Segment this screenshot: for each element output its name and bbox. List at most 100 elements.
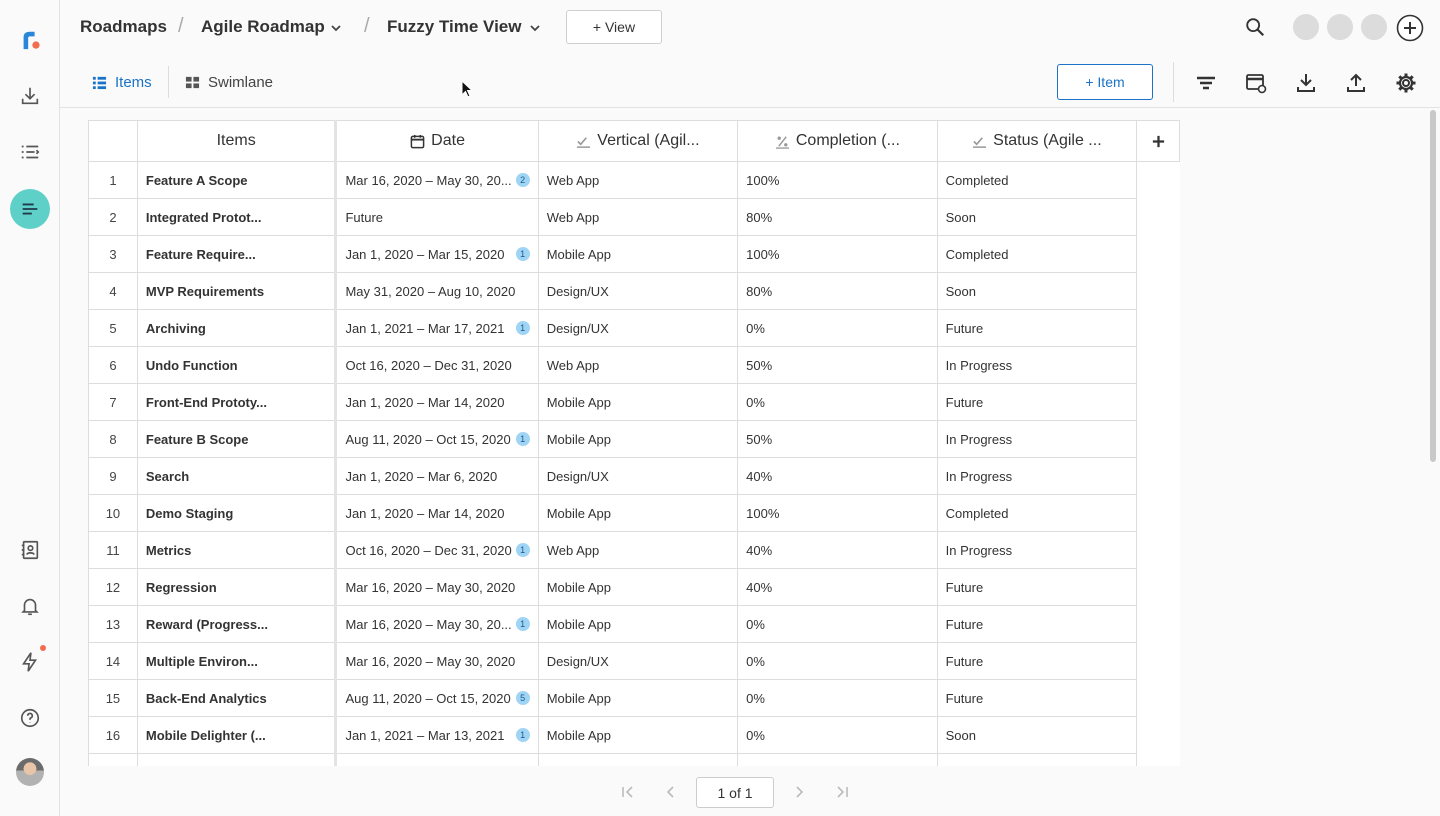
vertical-cell[interactable]: Design/UX — [537, 457, 739, 495]
contacts-icon[interactable] — [10, 530, 50, 570]
column-header-completion[interactable]: Completion (... — [737, 120, 938, 162]
item-name-cell[interactable]: Integrated Protot... — [136, 198, 337, 236]
item-name-cell[interactable]: Reward (Progress... — [136, 605, 337, 643]
item-name-cell[interactable]: Demo Staging — [136, 494, 337, 532]
add-collaborator-icon[interactable] — [1396, 14, 1424, 42]
table-row[interactable] — [88, 753, 1180, 766]
tab-swimlane[interactable]: Swimlane — [185, 74, 273, 91]
user-avatar[interactable] — [16, 758, 44, 786]
vertical-cell[interactable]: Mobile App — [537, 679, 739, 717]
table-row[interactable]: 7 Front-End Prototy... Jan 1, 2020 – Mar 1… — [88, 383, 1180, 421]
upload-icon[interactable] — [1345, 72, 1367, 94]
item-name-cell[interactable]: Back-End Analytics — [136, 679, 337, 717]
completion-cell[interactable]: 0% — [737, 383, 938, 421]
item-name-cell[interactable]: Undo Function — [136, 346, 337, 384]
completion-cell[interactable]: 0% — [737, 309, 938, 347]
table-row[interactable]: 10 Demo Staging Jan 1, 2020 – Mar 14, 2020… — [88, 494, 1180, 532]
chevron-down-icon[interactable] — [330, 22, 342, 34]
item-name-cell[interactable]: MVP Requirements — [136, 272, 337, 310]
vertical-cell[interactable]: Web App — [537, 161, 739, 199]
breadcrumb-roadmaps[interactable]: Roadmaps — [80, 17, 167, 37]
gear-icon[interactable] — [1395, 72, 1417, 94]
date-cell[interactable]: Mar 16, 2020 – May 30, 2020 — [334, 642, 539, 680]
date-cell[interactable]: Aug 11, 2020 – Oct 15, 2020 5 — [334, 679, 539, 717]
page-indicator[interactable]: 1 of 1 — [696, 777, 774, 808]
table-row[interactable]: 15 Back-End Analytics Aug 11, 2020 – Oct 1… — [88, 679, 1180, 717]
status-cell[interactable]: In Progress — [936, 457, 1138, 495]
column-header-vertical[interactable]: Vertical (Agil... — [537, 120, 739, 162]
view-settings-icon[interactable] — [1245, 72, 1267, 94]
table-row[interactable]: 6 Undo Function Oct 16, 2020 – Dec 31, 202… — [88, 346, 1180, 384]
date-cell[interactable]: Mar 16, 2020 – May 30, 20... 2 — [334, 161, 539, 199]
item-name-cell[interactable]: Feature Require... — [136, 235, 337, 273]
completion-cell[interactable]: 50% — [737, 346, 938, 384]
table-row[interactable]: 8 Feature B Scope Aug 11, 2020 – Oct 15, 2… — [88, 420, 1180, 458]
vertical-cell[interactable]: Mobile App — [537, 420, 739, 458]
vertical-cell[interactable]: Mobile App — [537, 494, 739, 532]
status-cell[interactable]: Future — [936, 642, 1138, 680]
status-cell[interactable]: Future — [936, 309, 1138, 347]
app-logo-icon[interactable] — [10, 20, 50, 60]
status-cell[interactable]: Future — [936, 568, 1138, 606]
table-row[interactable]: 3 Feature Require... Jan 1, 2020 – Mar 15,… — [88, 235, 1180, 273]
date-cell[interactable]: Mar 16, 2020 – May 30, 20... 1 — [334, 605, 539, 643]
date-cell[interactable]: May 31, 2020 – Aug 10, 2020 — [334, 272, 539, 310]
status-cell[interactable]: Completed — [936, 494, 1138, 532]
table-row[interactable]: 16 Mobile Delighter (... Jan 1, 2021 – Mar… — [88, 716, 1180, 754]
date-cell[interactable]: Jan 1, 2020 – Mar 15, 2020 1 — [334, 235, 539, 273]
list-icon[interactable] — [10, 132, 50, 172]
column-header-date[interactable]: Date — [334, 120, 539, 162]
item-name-cell[interactable]: Feature A Scope — [136, 161, 337, 199]
vertical-cell[interactable]: Mobile App — [537, 235, 739, 273]
roadmap-icon[interactable] — [10, 189, 50, 229]
completion-cell[interactable]: 100% — [737, 235, 938, 273]
item-name-cell[interactable]: Feature B Scope — [136, 420, 337, 458]
table-row[interactable]: 2 Integrated Protot... Future Web App 80% Soo… — [88, 198, 1180, 236]
status-cell[interactable]: Completed — [936, 235, 1138, 273]
completion-cell[interactable]: 0% — [737, 716, 938, 754]
item-name-cell[interactable]: Front-End Prototy... — [136, 383, 337, 421]
vertical-cell[interactable]: Mobile App — [537, 605, 739, 643]
vertical-cell[interactable]: Mobile App — [537, 716, 739, 754]
next-page-icon[interactable] — [791, 784, 807, 800]
table-row[interactable]: 12 Regression Mar 16, 2020 – May 30, 2020 M… — [88, 568, 1180, 606]
status-cell[interactable]: Future — [936, 605, 1138, 643]
date-cell[interactable] — [334, 753, 539, 766]
vertical-cell[interactable] — [537, 753, 739, 766]
breadcrumb-view[interactable]: Fuzzy Time View — [387, 17, 521, 37]
collaborator-avatar[interactable] — [1325, 12, 1355, 42]
date-cell[interactable]: Oct 16, 2020 – Dec 31, 2020 — [334, 346, 539, 384]
table-row[interactable]: 11 Metrics Oct 16, 2020 – Dec 31, 2020 1 Web… — [88, 531, 1180, 569]
item-name-cell[interactable]: Search — [136, 457, 337, 495]
vertical-cell[interactable]: Design/UX — [537, 272, 739, 310]
last-page-icon[interactable] — [834, 784, 850, 800]
vertical-cell[interactable]: Design/UX — [537, 309, 739, 347]
completion-cell[interactable]: 0% — [737, 605, 938, 643]
import-icon[interactable] — [10, 76, 50, 116]
completion-cell[interactable]: 50% — [737, 420, 938, 458]
completion-cell[interactable]: 40% — [737, 531, 938, 569]
date-cell[interactable]: Jan 1, 2020 – Mar 6, 2020 — [334, 457, 539, 495]
completion-cell[interactable]: 100% — [737, 161, 938, 199]
table-row[interactable]: 5 Archiving Jan 1, 2021 – Mar 17, 2021 1 Des… — [88, 309, 1180, 347]
status-cell[interactable]: Future — [936, 679, 1138, 717]
status-cell[interactable]: Soon — [936, 716, 1138, 754]
completion-cell[interactable] — [737, 753, 938, 766]
completion-cell[interactable]: 0% — [737, 642, 938, 680]
collaborator-avatar[interactable] — [1291, 12, 1321, 42]
item-name-cell[interactable]: Mobile Delighter (... — [136, 716, 337, 754]
item-name-cell[interactable]: Regression — [136, 568, 337, 606]
vertical-cell[interactable]: Design/UX — [537, 642, 739, 680]
date-cell[interactable]: Jan 1, 2020 – Mar 14, 2020 — [334, 494, 539, 532]
vertical-cell[interactable]: Web App — [537, 531, 739, 569]
completion-cell[interactable]: 100% — [737, 494, 938, 532]
item-name-cell[interactable]: Metrics — [136, 531, 337, 569]
bell-icon[interactable] — [10, 586, 50, 626]
help-icon[interactable] — [10, 698, 50, 738]
first-page-icon[interactable] — [620, 784, 636, 800]
previous-page-icon[interactable] — [663, 784, 679, 800]
item-name-cell[interactable]: Archiving — [136, 309, 337, 347]
item-name-cell[interactable] — [136, 753, 337, 766]
completion-cell[interactable]: 80% — [737, 272, 938, 310]
vertical-cell[interactable]: Mobile App — [537, 568, 739, 606]
